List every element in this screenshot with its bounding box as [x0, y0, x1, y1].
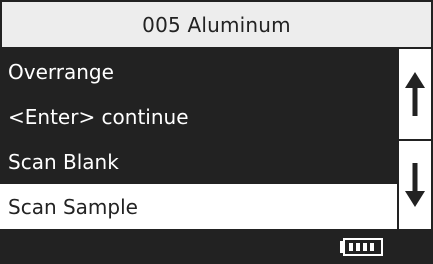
scroll-up-button[interactable]: [399, 49, 431, 139]
title-bar: 005 Aluminum: [0, 0, 433, 49]
battery-icon: [340, 238, 383, 256]
menu-list: Overrange <Enter> continue Scan Blank Sc…: [0, 49, 397, 229]
status-bar: [0, 229, 433, 264]
menu-item-label: Scan Blank: [8, 149, 119, 174]
menu-item-scan-blank[interactable]: Scan Blank: [0, 139, 397, 184]
arrow-up-icon: [405, 72, 425, 116]
page-title: 005 Aluminum: [142, 12, 291, 37]
arrow-down-icon: [405, 163, 425, 207]
instrument-screen: 005 Aluminum Overrange <Enter> continue …: [0, 0, 433, 264]
scrollbar: [397, 49, 433, 229]
menu-item-scan-sample[interactable]: Scan Sample: [0, 184, 397, 229]
menu-item-enter-continue[interactable]: <Enter> continue: [0, 94, 397, 139]
scroll-down-button[interactable]: [399, 139, 431, 229]
menu-item-label: Overrange: [8, 59, 114, 84]
menu-item-overrange[interactable]: Overrange: [0, 49, 397, 94]
menu-item-label: Scan Sample: [8, 194, 138, 219]
menu-item-label: <Enter> continue: [8, 104, 189, 129]
